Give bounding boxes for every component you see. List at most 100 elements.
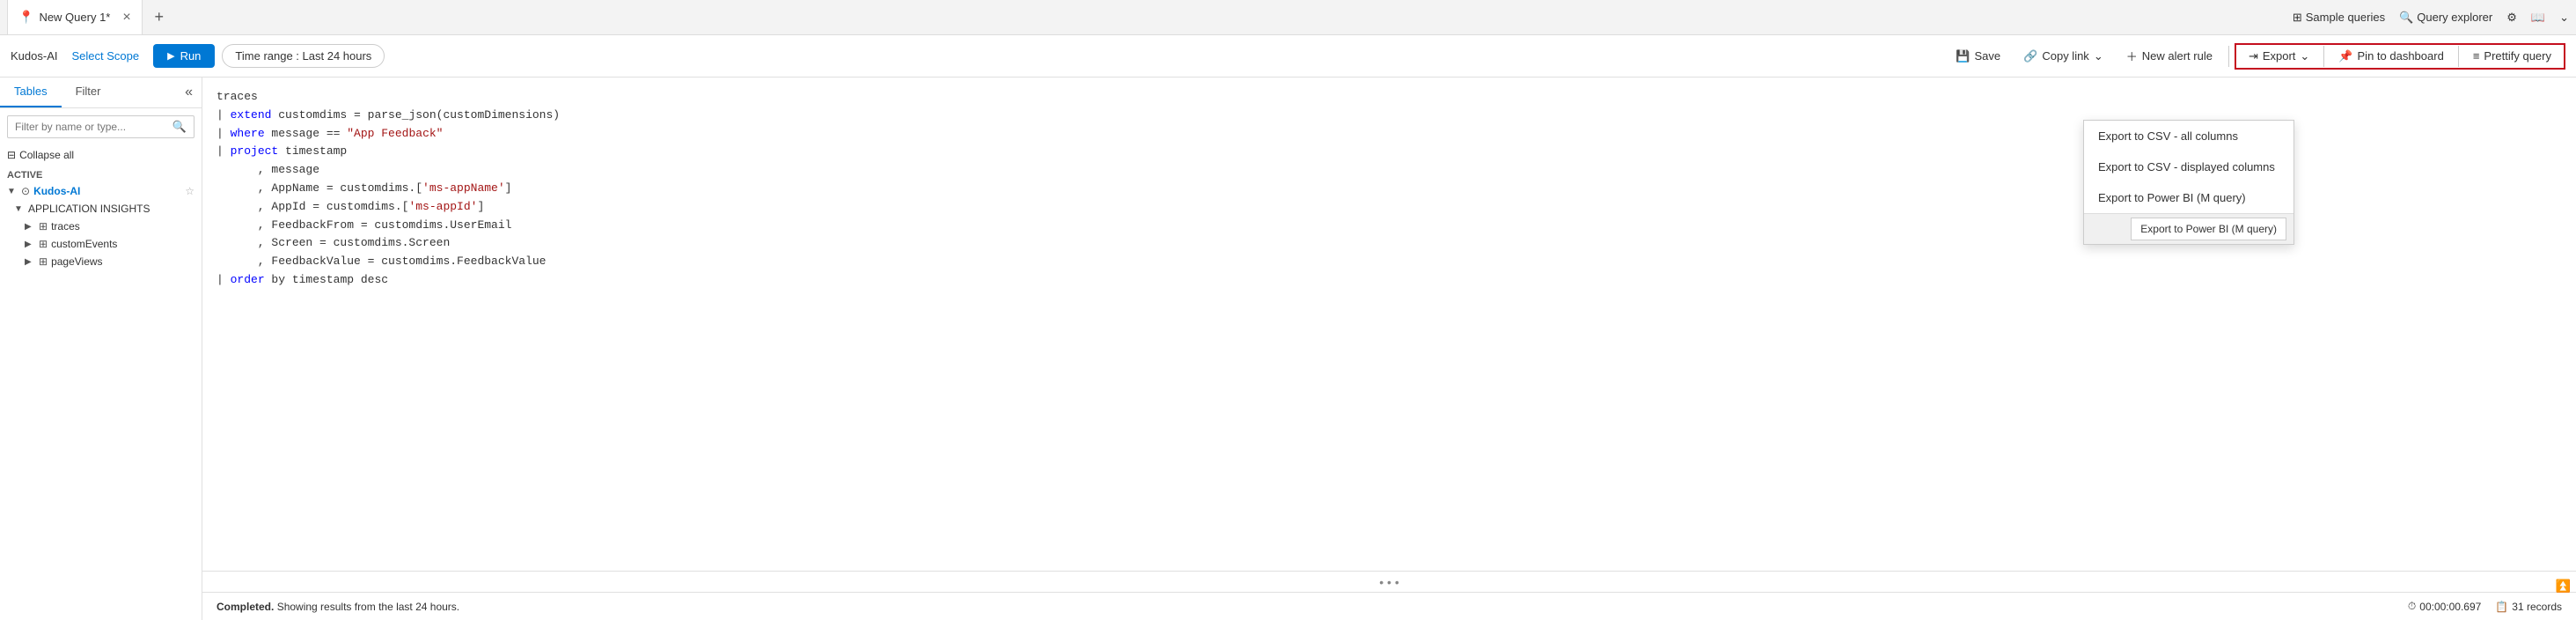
main-area: Tables Filter « 🔍 ⊟ Collapse all Active … — [0, 78, 2576, 620]
collapse-all-label: Collapse all — [19, 149, 74, 161]
chevron-down-icon: ⌄ — [2094, 49, 2103, 63]
page-views-tree-item[interactable]: ▶ ⊞ pageViews — [0, 253, 202, 270]
status-detail: Showing results from the last 24 hours. — [277, 601, 459, 613]
chevron-right-icon: ▶ — [25, 222, 35, 232]
separator-2 — [2323, 46, 2324, 67]
run-button[interactable]: ▶ Run — [153, 44, 215, 68]
save-button[interactable]: 💾 Save — [1945, 45, 2011, 68]
sidebar-search-container: 🔍 — [7, 115, 194, 138]
copy-link-button[interactable]: 🔗 Copy link ⌄ — [2013, 45, 2114, 68]
sample-queries-label: Sample queries — [2306, 11, 2385, 24]
records-value: 31 records — [2512, 601, 2562, 613]
collapse-sidebar-button[interactable]: « — [176, 78, 202, 107]
pin-icon: 📌 — [2338, 49, 2352, 63]
workspace-name-label: Kudos-AI — [33, 185, 181, 197]
save-label: Save — [1975, 49, 2001, 63]
page-views-label: pageViews — [51, 255, 194, 268]
records-icon: 📋 — [2495, 601, 2508, 613]
tab-bar: 📍 New Query 1* × + ⊞ Sample queries 🔍 Qu… — [0, 0, 2576, 35]
export-label: Export — [2263, 49, 2296, 63]
export-group: ⇥ Export ⌄ 📌 Pin to dashboard ≡ Prettify… — [2235, 43, 2565, 70]
time-range-button[interactable]: Time range : Last 24 hours — [222, 44, 385, 68]
settings-button[interactable]: ⚙ — [2506, 11, 2517, 25]
sample-queries-button[interactable]: ⊞ Sample queries — [2293, 11, 2385, 25]
toolbar-right-actions: 💾 Save 🔗 Copy link ⌄ ＋ New alert rule ⇥ … — [1945, 43, 2565, 70]
run-label: Run — [180, 49, 202, 63]
export-dropdown: Export to CSV - all columns Export to CS… — [2083, 120, 2294, 245]
search-input[interactable] — [15, 121, 167, 133]
table-icon: ⊞ — [39, 220, 48, 232]
search-icon: 🔍 — [172, 120, 187, 134]
separator-3 — [2458, 46, 2459, 67]
app-insights-section[interactable]: ▼ APPLICATION INSIGHTS — [0, 200, 202, 218]
location-icon: ⊙ — [21, 185, 30, 197]
chevron-down-icon: ▼ — [14, 204, 25, 214]
export-power-bi-tooltip-button[interactable]: Export to Power BI (M query) — [2131, 218, 2286, 240]
book-icon: 📖 — [2531, 11, 2545, 25]
code-line-10: , FeedbackValue = customdims.FeedbackVal… — [217, 253, 2562, 271]
add-tab-button[interactable]: + — [146, 4, 172, 31]
time-value: 00:00:00.697 — [2419, 601, 2481, 613]
time-range-label: Time range : Last 24 hours — [235, 49, 371, 63]
chevron-right-icon: ▶ — [25, 240, 35, 249]
code-line-1: traces — [217, 88, 2562, 107]
code-line-11: | order by timestamp desc — [217, 271, 2562, 290]
collapse-results-button[interactable]: ⏫ — [2556, 579, 2571, 594]
export-csv-all-button[interactable]: Export to CSV - all columns — [2084, 121, 2293, 151]
tab-bar-actions: ⊞ Sample queries 🔍 Query explorer ⚙ 📖 ⌄ — [2293, 11, 2569, 25]
toolbar: Kudos-AI Select Scope ▶ Run Time range :… — [0, 35, 2576, 78]
sidebar: Tables Filter « 🔍 ⊟ Collapse all Active … — [0, 78, 202, 620]
custom-events-tree-item[interactable]: ▶ ⊞ customEvents — [0, 235, 202, 253]
table-icon: ⊞ — [39, 238, 48, 250]
pin-to-dashboard-label: Pin to dashboard — [2358, 49, 2444, 63]
chevron-right-icon: ▶ — [25, 257, 35, 267]
new-alert-label: New alert rule — [2142, 49, 2213, 63]
search-list-icon: 🔍 — [2399, 11, 2413, 25]
tab-title: New Query 1* — [39, 11, 110, 24]
divider-dots: • • • — [1379, 575, 1398, 589]
editor-area: traces | extend customdims = parse_json(… — [202, 78, 2576, 620]
filter-icon: ⊟ — [7, 149, 16, 161]
play-icon: ▶ — [167, 50, 174, 62]
prettify-icon: ≡ — [2473, 49, 2480, 63]
status-bar: Completed. Showing results from the last… — [202, 592, 2576, 620]
chevron-down-icon: ⌄ — [2300, 49, 2309, 63]
status-bar-right: ⏱ 00:00:00.697 📋 31 records — [2408, 600, 2562, 613]
copy-link-label: Copy link — [2042, 49, 2088, 63]
traces-label: traces — [51, 220, 194, 232]
gear-icon: ⚙ — [2506, 11, 2517, 25]
custom-events-label: customEvents — [51, 238, 194, 250]
export-csv-displayed-button[interactable]: Export to CSV - displayed columns — [2084, 151, 2293, 182]
plus-icon: ＋ — [2126, 48, 2138, 64]
link-icon: 🔗 — [2023, 49, 2037, 63]
export-power-bi-button[interactable]: Export to Power BI (M query) — [2084, 182, 2293, 213]
star-icon[interactable]: ☆ — [185, 185, 194, 197]
records-status: 📋 31 records — [2495, 601, 2562, 613]
separator-1 — [2228, 46, 2229, 67]
close-icon[interactable]: × — [122, 10, 130, 26]
query-tab[interactable]: 📍 New Query 1* × — [7, 0, 143, 34]
pin-to-dashboard-button[interactable]: 📌 Pin to dashboard — [2328, 45, 2454, 68]
completed-label: Completed. Showing results from the last… — [217, 601, 459, 613]
chevron-down-icon: ▼ — [7, 187, 18, 196]
export-button[interactable]: ⇥ Export ⌄ — [2238, 45, 2320, 68]
chevron-down-icon: ⌄ — [2559, 11, 2569, 25]
clock-icon: ⏱ — [2408, 600, 2416, 613]
traces-tree-item[interactable]: ▶ ⊞ traces — [0, 218, 202, 235]
tab-filter[interactable]: Filter — [62, 78, 115, 107]
collapse-all-button[interactable]: ⊟ Collapse all — [0, 145, 202, 165]
prettify-button[interactable]: ≡ Prettify query — [2462, 45, 2562, 67]
pin-icon: 📍 — [18, 10, 33, 25]
workspace-tree-item[interactable]: ▼ ⊙ Kudos-AI ☆ — [0, 182, 202, 200]
book-button[interactable]: 📖 — [2531, 11, 2545, 25]
time-status: ⏱ 00:00:00.697 — [2408, 600, 2481, 613]
query-explorer-button[interactable]: 🔍 Query explorer — [2399, 11, 2492, 25]
new-alert-button[interactable]: ＋ New alert rule — [2116, 43, 2223, 69]
expand-button[interactable]: ⌄ — [2559, 11, 2569, 25]
grid-icon: ⊞ — [2293, 11, 2302, 25]
save-icon: 💾 — [1956, 49, 1970, 63]
editor-divider[interactable]: • • • — [202, 571, 2576, 592]
select-scope-button[interactable]: Select Scope — [71, 49, 139, 63]
tab-tables[interactable]: Tables — [0, 78, 62, 107]
sidebar-tabs: Tables Filter « — [0, 78, 202, 108]
